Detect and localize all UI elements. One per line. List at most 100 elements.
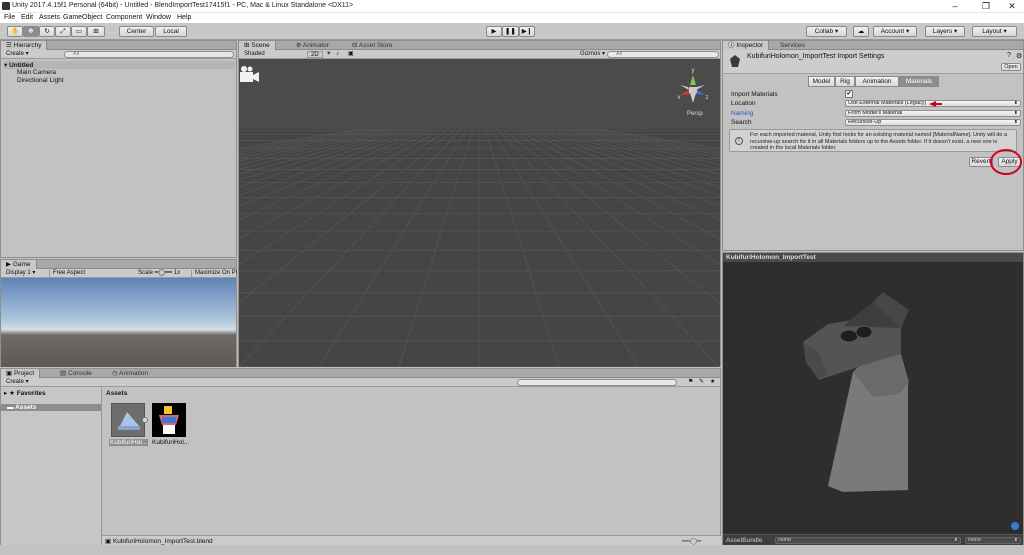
effects-icon[interactable]: ▣ — [345, 51, 357, 58]
tab-hierarchy[interactable]: ☰ Hierarchy — [1, 41, 48, 50]
maximize-icon[interactable]: ❐ — [975, 0, 997, 13]
help-box: ! For each imported material, Unity firs… — [729, 129, 1017, 152]
location-value: Use External Materials (Legacy) — [848, 100, 927, 106]
import-materials-checkbox[interactable]: ✔ — [845, 90, 853, 98]
hierarchy-subbar: Create ▾ All — [1, 50, 236, 59]
tab-project-label: Project — [13, 370, 35, 377]
mode-2d-button[interactable]: 2D — [307, 51, 323, 58]
tab-game[interactable]: ▶ Game — [1, 260, 37, 269]
hierarchy-create-button[interactable]: Create ▾ — [3, 51, 32, 58]
variant-dropdown[interactable]: None ⬍ — [965, 537, 1021, 544]
game-view[interactable] — [1, 278, 236, 367]
move-tool-icon[interactable]: ✥ — [23, 26, 39, 37]
naming-label: Naming — [731, 110, 754, 117]
asset-label-0[interactable]: KubifuriHol... — [109, 439, 149, 446]
layers-label: Layers — [932, 28, 953, 35]
window-titlebar: Unity 2017.4.15f1 Personal (64bit) - Unt… — [0, 0, 1024, 13]
menu-component[interactable]: Component — [106, 14, 142, 21]
menu-gameobject[interactable]: GameObject — [63, 14, 102, 21]
play-icon[interactable]: ▶ — [486, 26, 502, 37]
tab-rig[interactable]: Rig — [835, 76, 855, 87]
tab-animator[interactable]: ⊕ Animator — [291, 41, 334, 50]
assetbundle-dropdown[interactable]: None ⬍ — [775, 537, 961, 544]
menu-window[interactable]: Window — [146, 14, 171, 21]
project-subbar: Create ▾ ⚑ ✎ ★ — [1, 378, 720, 387]
scale-tool-icon[interactable]: ⤢ — [55, 26, 71, 37]
rect-tool-icon[interactable]: ▭ — [71, 26, 87, 37]
cloud-icon[interactable]: ☁ — [853, 26, 869, 37]
account-dropdown[interactable]: Account ▾ — [873, 26, 917, 37]
scene-view[interactable]: y x z Persp — [239, 59, 720, 367]
prefab-asset-thumbnail[interactable] — [152, 403, 186, 437]
menu-file[interactable]: File — [4, 14, 15, 21]
audio-icon[interactable]: ♪ — [333, 51, 342, 58]
tab-services[interactable]: Services — [775, 41, 810, 50]
gizmos-dropdown[interactable]: Gizmos ▾ — [577, 51, 608, 58]
scale-slider[interactable]: Scale ━◯━━ 1x — [135, 270, 183, 277]
list-item[interactable]: Main Camera — [17, 69, 56, 76]
tab-animation-window[interactable]: ◷ Animation — [107, 369, 153, 378]
model-preview-view[interactable] — [723, 262, 1023, 534]
menu-edit[interactable]: Edit — [21, 14, 33, 21]
persp-label[interactable]: Persp — [687, 111, 703, 117]
layout-dropdown[interactable]: Layout ▾ — [972, 26, 1017, 37]
tab-project[interactable]: ▣ Project — [1, 369, 41, 378]
hierarchy-search-input[interactable]: All — [64, 51, 234, 58]
pause-icon[interactable]: ❚❚ — [502, 26, 519, 37]
favorites-item[interactable]: ▸ ★ Favorites — [4, 389, 46, 397]
step-icon[interactable]: ▶❙ — [519, 26, 535, 37]
list-item[interactable]: Directional Light — [17, 77, 64, 84]
transform-tool-icon[interactable]: ⊞ — [87, 26, 105, 37]
open-button[interactable]: Open — [1001, 63, 1021, 71]
rotate-tool-icon[interactable]: ↻ — [39, 26, 55, 37]
settings-gear-icon[interactable]: ⚙ — [1016, 52, 1022, 60]
menu-help[interactable]: Help — [177, 14, 191, 21]
filter-type-icon[interactable]: ⚑ — [685, 379, 696, 386]
tab-model[interactable]: Model — [808, 76, 835, 87]
annotation-arrow — [929, 101, 942, 107]
project-create-button[interactable]: Create ▾ — [3, 379, 32, 386]
layers-dropdown[interactable]: Layers ▾ — [925, 26, 965, 37]
tab-console[interactable]: ▤ Console — [55, 369, 97, 378]
pivot-local-button[interactable]: Local — [155, 26, 187, 37]
pivot-center-button[interactable]: Center — [119, 26, 154, 37]
tab-animation[interactable]: Animation — [855, 76, 899, 87]
tab-scene[interactable]: ⊞ Scene — [239, 41, 276, 50]
tab-animation-window-label: Animation — [119, 370, 149, 377]
shading-dropdown[interactable]: Shaded — [241, 51, 303, 58]
display-dropdown[interactable]: Display 1 ▾ — [3, 270, 38, 277]
tab-inspector[interactable]: ⓘ Inspector — [723, 41, 770, 50]
search-dropdown[interactable]: Recursive-Up ⬍ — [845, 119, 1021, 126]
favorite-star-icon[interactable]: ★ — [707, 379, 718, 386]
scene-root-item[interactable]: ▾ Untitled — [4, 61, 235, 69]
game-panel: ▶ Game Display 1 ▾ Free Aspect Scale ━◯━… — [0, 259, 237, 367]
maximize-label: Maximize On Pl — [195, 270, 238, 276]
thumbnail-size-slider[interactable]: ━━◯━ — [682, 537, 701, 545]
project-search-input[interactable] — [517, 379, 677, 386]
close-icon[interactable]: ✕ — [1001, 0, 1023, 13]
hierarchy-panel: ☰ Hierarchy Create ▾ All ▾ Untitled Main… — [0, 40, 237, 258]
tab-materials[interactable]: Materials — [899, 76, 939, 87]
tab-rig-label: Rig — [840, 78, 850, 85]
aspect-label: Free Aspect — [53, 270, 86, 276]
tab-asset-store[interactable]: ⊟ Asset Store — [347, 41, 398, 50]
minimize-icon[interactable]: – — [944, 0, 966, 13]
menu-assets[interactable]: Assets — [39, 14, 60, 21]
collab-dropdown[interactable]: Collab ▾ — [806, 26, 847, 37]
scene-subbar: Shaded 2D ☀ ♪ ▣ Gizmos ▾ All — [239, 50, 720, 59]
naming-dropdown[interactable]: From Model's Material ⬍ — [845, 110, 1021, 117]
scene-panel: ⊞ Scene ⊕ Animator ⊟ Asset Store Shaded … — [238, 40, 721, 367]
hierarchy-search-placeholder: All — [73, 51, 80, 57]
gizmo-z-label: z — [706, 95, 709, 101]
assets-folder-item[interactable]: ▬ Assets — [1, 404, 101, 411]
hand-tool-icon[interactable]: ✋ — [7, 26, 23, 37]
expand-asset-icon[interactable] — [142, 417, 148, 423]
asset-label-1[interactable]: KubifuriHol... — [152, 439, 189, 446]
aspect-dropdown[interactable]: Free Aspect — [49, 270, 133, 277]
help-icon[interactable]: ? — [1007, 52, 1011, 59]
maximize-on-play-toggle[interactable]: Maximize On Pl — [191, 270, 240, 277]
filter-label-icon[interactable]: ✎ — [696, 379, 707, 386]
location-label: Location — [731, 100, 756, 107]
blend-asset-thumbnail[interactable] — [111, 403, 145, 437]
scene-search-input[interactable]: All — [607, 51, 719, 58]
